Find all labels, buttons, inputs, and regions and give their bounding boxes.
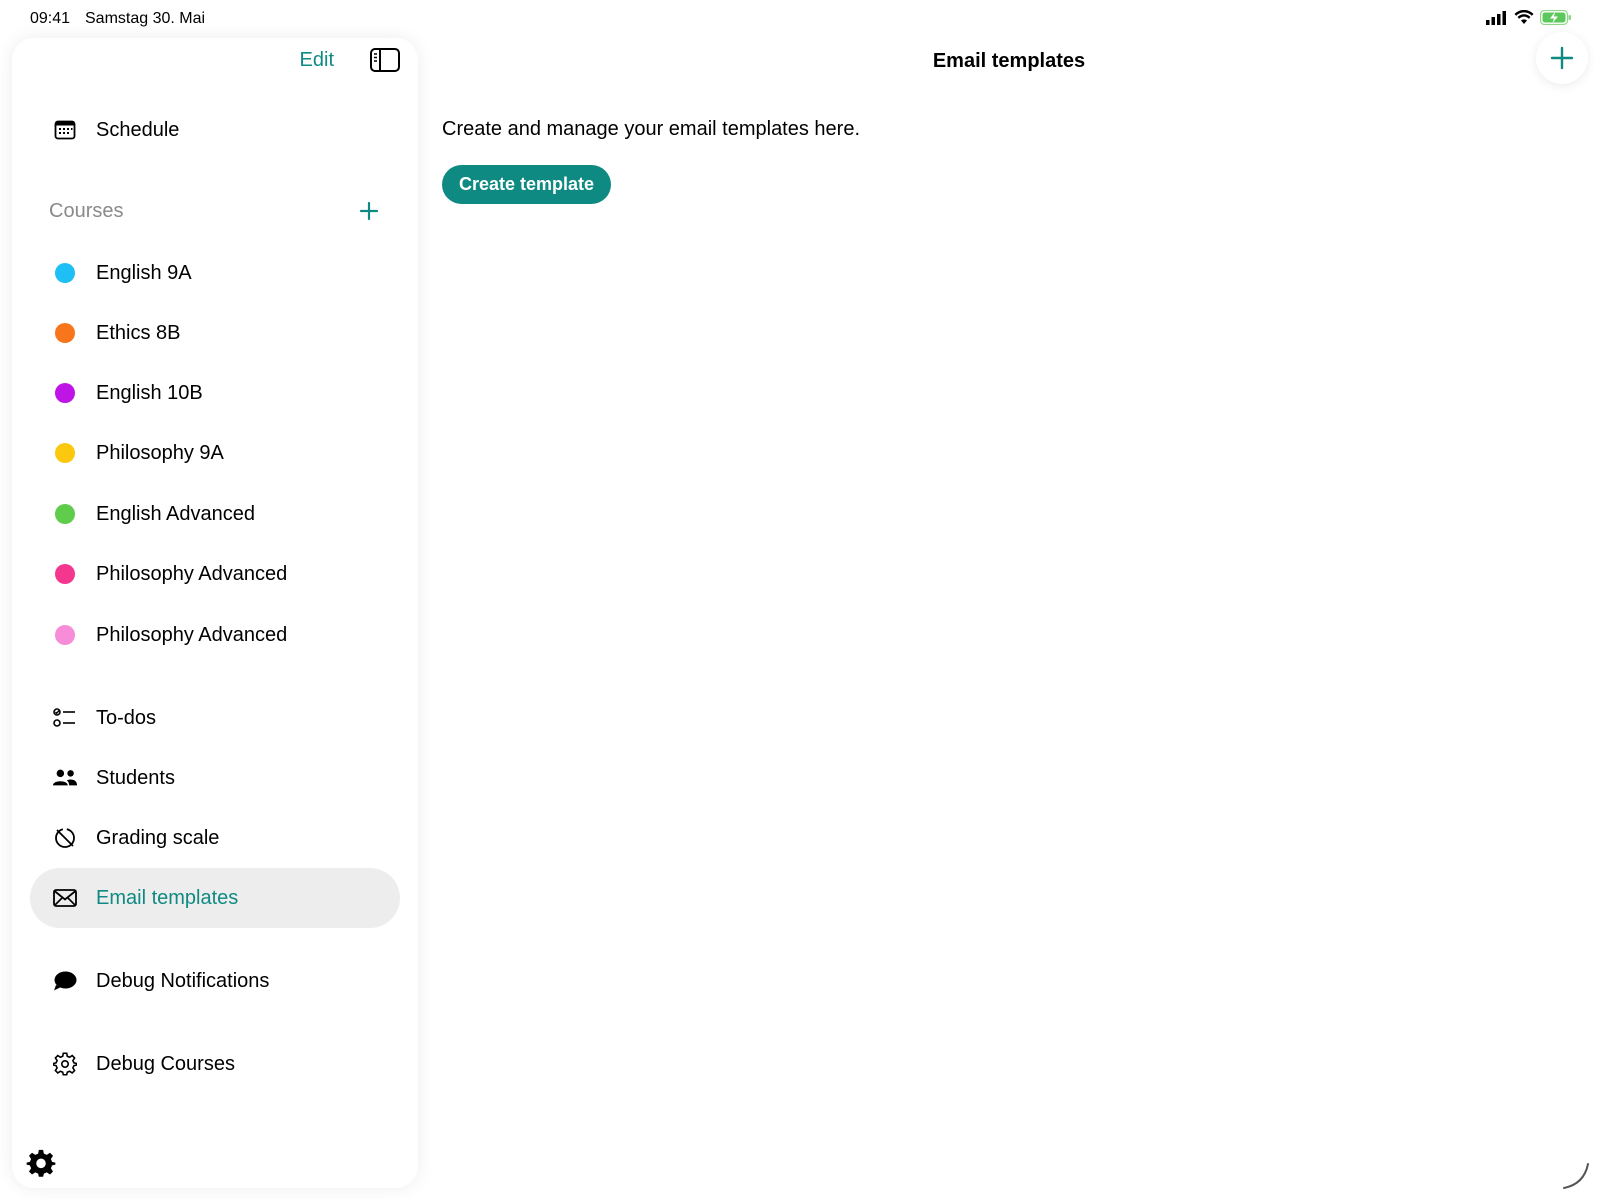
status-icons	[1486, 10, 1572, 25]
sidebar-item-label: Debug Notifications	[96, 969, 270, 992]
sidebar-top-bar: Edit	[300, 48, 400, 72]
calendar-icon	[52, 117, 78, 143]
sidebar-course-item[interactable]: Philosophy 9A	[30, 423, 400, 483]
people-icon	[52, 765, 78, 791]
course-color-dot	[55, 625, 75, 645]
plus-icon	[1550, 46, 1574, 70]
add-template-button[interactable]	[1536, 32, 1588, 84]
envelope-icon	[52, 885, 78, 911]
grading-scale-icon	[52, 825, 78, 851]
course-color-dot	[55, 504, 75, 524]
sidebar-item-label: Email templates	[96, 886, 239, 909]
course-color-dot	[55, 323, 75, 343]
sidebar-item-label: Grading scale	[96, 826, 220, 849]
course-color-dot	[55, 263, 75, 283]
course-color-dot	[55, 383, 75, 403]
sidebar-item-grading-scale[interactable]: Grading scale	[30, 808, 400, 868]
sidebar-item-schedule[interactable]: Schedule	[30, 100, 400, 160]
course-label: English 10B	[96, 381, 203, 404]
gear-icon[interactable]	[26, 1148, 56, 1178]
battery-charging-icon	[1540, 10, 1571, 25]
sidebar: Edit Schedule Courses English 9A Ethics …	[12, 38, 418, 1188]
sidebar-item-debug-notifications[interactable]: Debug Notifications	[30, 951, 400, 1011]
sidebar-item-label: Schedule	[96, 118, 180, 141]
sidebar-course-item[interactable]: Ethics 8B	[30, 303, 400, 363]
sidebar-item-debug-courses[interactable]: Debug Courses	[30, 1034, 400, 1094]
page-title: Email templates	[932, 50, 1086, 72]
status-time: 09:41	[30, 10, 71, 27]
sidebar-course-item[interactable]: English 9A	[30, 243, 400, 303]
resize-handle-icon[interactable]	[1560, 1160, 1590, 1190]
course-label: English Advanced	[96, 502, 256, 525]
sidebar-course-item[interactable]: English 10B	[30, 363, 400, 423]
status-bar: 09:41 Samstag 30. Mai	[0, 0, 1600, 36]
sidebar-item-students[interactable]: Students	[30, 748, 400, 808]
course-label: Ethics 8B	[96, 321, 181, 344]
checklist-icon	[52, 705, 78, 731]
intro-text: Create and manage your email templates h…	[442, 118, 861, 140]
sidebar-item-label: Debug Courses	[96, 1052, 235, 1075]
sidebar-item-label: Students	[96, 766, 175, 789]
gear-outline-icon	[52, 1051, 78, 1077]
wifi-icon	[1514, 10, 1534, 24]
course-label: Philosophy 9A	[96, 441, 224, 464]
course-label: Philosophy Advanced	[96, 562, 288, 585]
status-date: Samstag 30. Mai	[85, 10, 206, 27]
signal-icon	[1486, 10, 1506, 25]
courses-section-header: Courses	[49, 196, 389, 226]
course-color-dot	[55, 564, 75, 584]
plus-icon[interactable]	[359, 201, 379, 221]
sidebar-item-todos[interactable]: To-dos	[30, 688, 400, 748]
create-template-button[interactable]: Create template	[442, 165, 612, 204]
course-label: Philosophy Advanced	[96, 623, 288, 646]
edit-button[interactable]: Edit	[300, 49, 334, 72]
course-color-dot	[55, 443, 75, 463]
sidebar-item-email-templates[interactable]: Email templates	[30, 868, 400, 928]
sidebar-item-label: To-dos	[96, 706, 157, 729]
courses-section-title: Courses	[49, 199, 124, 222]
sidebar-course-item[interactable]: Philosophy Advanced	[30, 605, 400, 665]
course-label: English 9A	[96, 261, 192, 284]
sidebar-course-item[interactable]: English Advanced	[30, 484, 400, 544]
sidebar-course-item[interactable]: Philosophy Advanced	[30, 544, 400, 604]
chat-bubble-icon	[52, 968, 78, 994]
sidebar-toggle-icon[interactable]	[370, 48, 400, 72]
